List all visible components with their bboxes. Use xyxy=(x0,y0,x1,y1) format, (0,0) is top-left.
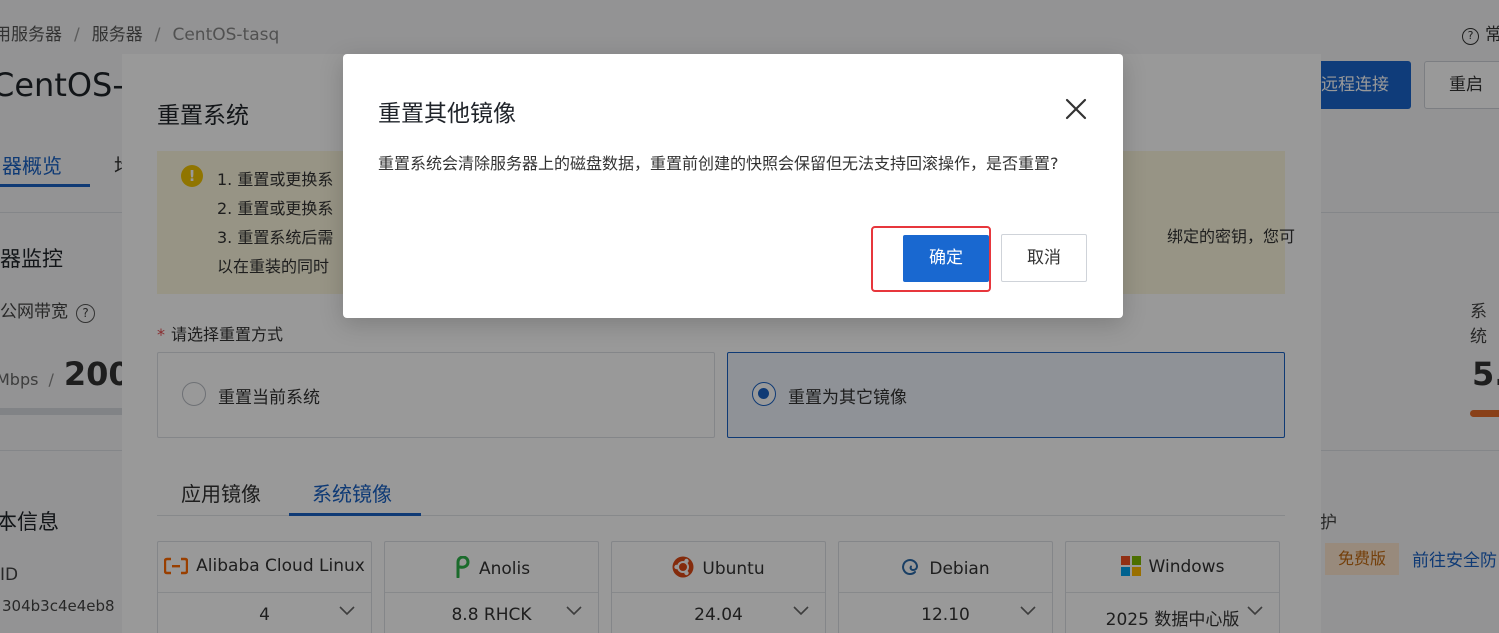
dialog-title: 重置其他镜像 xyxy=(378,101,516,127)
dialog-message: 重置系统会清除服务器上的磁盘数据，重置前创建的快照会保留但无法支持回滚操作，是否… xyxy=(378,154,1059,173)
confirm-reset-dialog: 重置其他镜像 重置系统会清除服务器上的磁盘数据，重置前创建的快照会保留但无法支持… xyxy=(343,54,1123,318)
close-icon[interactable] xyxy=(1061,94,1091,124)
confirm-button[interactable]: 确定 xyxy=(903,235,989,282)
cancel-button[interactable]: 取消 xyxy=(1001,234,1087,282)
